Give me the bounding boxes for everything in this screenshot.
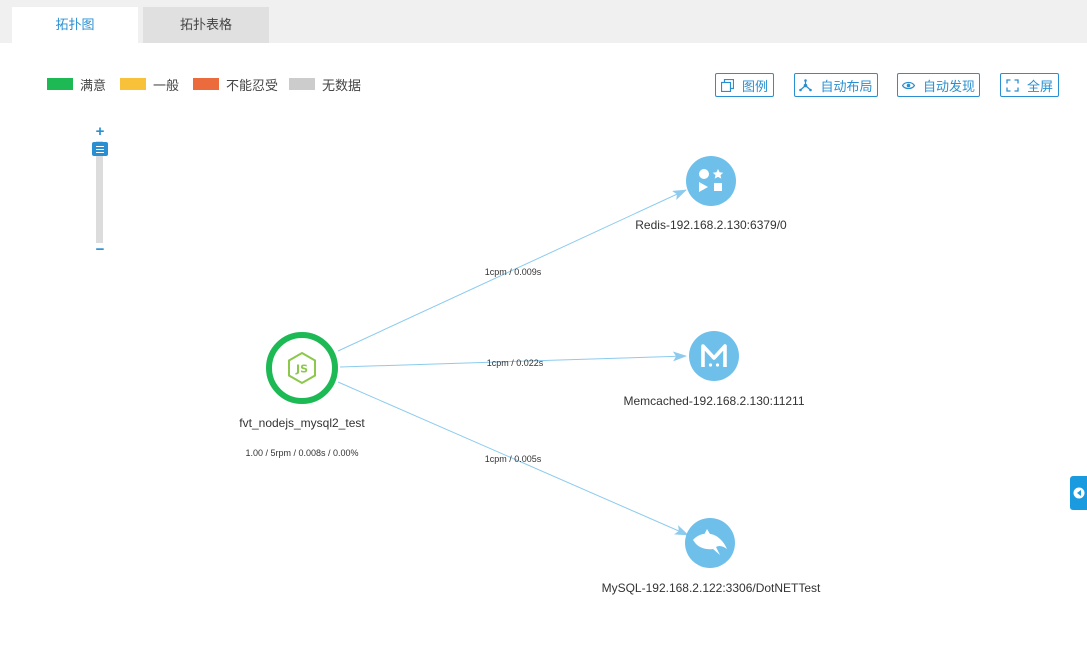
app-node-stats: 1.00 / 5rpm / 0.008s / 0.00%	[245, 448, 358, 458]
edge-label-memcached: 1cpm / 0.022s	[487, 358, 544, 368]
redis-node-name: Redis-192.168.2.130:6379/0	[635, 218, 787, 232]
app-node[interactable]: JS	[266, 332, 338, 404]
edge-label-redis: 1cpm / 0.009s	[485, 267, 542, 277]
memcached-node-name: Memcached-192.168.2.130:11211	[623, 394, 804, 408]
mysql-node[interactable]	[685, 518, 735, 568]
redis-node-circle	[686, 156, 736, 206]
chevron-left-icon	[1073, 487, 1085, 499]
edge-label-mysql: 1cpm / 0.005s	[485, 454, 542, 464]
topology-graph: 1cpm / 0.009s 1cpm / 0.022s 1cpm / 0.005…	[239, 156, 821, 595]
memcached-node[interactable]	[689, 331, 739, 381]
app-node-name: fvt_nodejs_mysql2_test	[239, 416, 365, 430]
redis-node[interactable]	[686, 156, 736, 206]
side-panel-toggle[interactable]	[1070, 476, 1087, 510]
mysql-node-name: MySQL-192.168.2.122:3306/DotNETTest	[602, 581, 821, 595]
svg-text:JS: JS	[295, 363, 308, 376]
